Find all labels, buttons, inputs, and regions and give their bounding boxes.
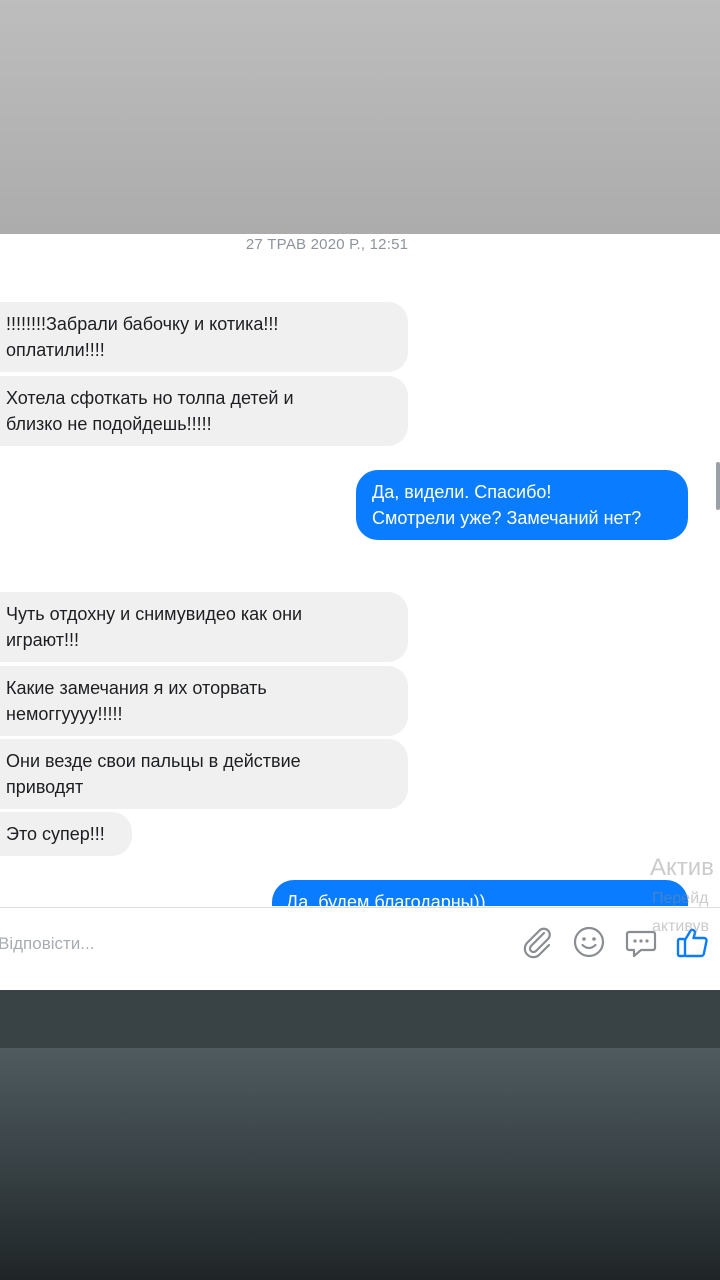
scrollbar[interactable] [716, 462, 720, 510]
blurred-background-bottom [0, 1048, 720, 1280]
activation-watermark-line1: Актив [650, 854, 714, 881]
message-outgoing[interactable]: Да, будем благодарны)) [272, 880, 688, 906]
conversation-timestamp: 27 ТРАВ 2020 Р., 12:51 [245, 236, 409, 253]
bottom-band [0, 990, 720, 1048]
message-incoming[interactable]: Чуть отдохну и снимувидео как они играют… [0, 592, 408, 662]
blurred-background-top [0, 0, 720, 234]
composer-divider [0, 907, 720, 908]
activation-watermark-line3: активув [652, 918, 709, 935]
reply-input[interactable]: Відповісти... [0, 934, 94, 954]
activation-watermark-line2: Перейд [652, 890, 709, 907]
message-outgoing[interactable]: Да, видели. Спасибо! Смотрели уже? Замеч… [356, 470, 688, 540]
message-incoming[interactable]: Хотела сфоткать но толпа детей и близко … [0, 376, 408, 446]
paperclip-icon[interactable] [519, 924, 555, 960]
message-incoming[interactable]: !!!!!!!!Забрали бабочку и котика!!! опла… [0, 302, 408, 372]
message-incoming[interactable]: Они везде свои пальцы в действие приводя… [0, 739, 408, 809]
chat-panel: 27 ТРАВ 2020 Р., 12:51 !!!!!!!!Забрали б… [0, 234, 720, 990]
message-incoming[interactable]: Какие замечания я их оторвать немоггуууу… [0, 666, 408, 736]
message-list[interactable]: 27 ТРАВ 2020 Р., 12:51 !!!!!!!!Забрали б… [0, 234, 720, 906]
message-incoming[interactable]: Это супер!!! [0, 812, 132, 856]
emoji-icon[interactable] [571, 924, 607, 960]
